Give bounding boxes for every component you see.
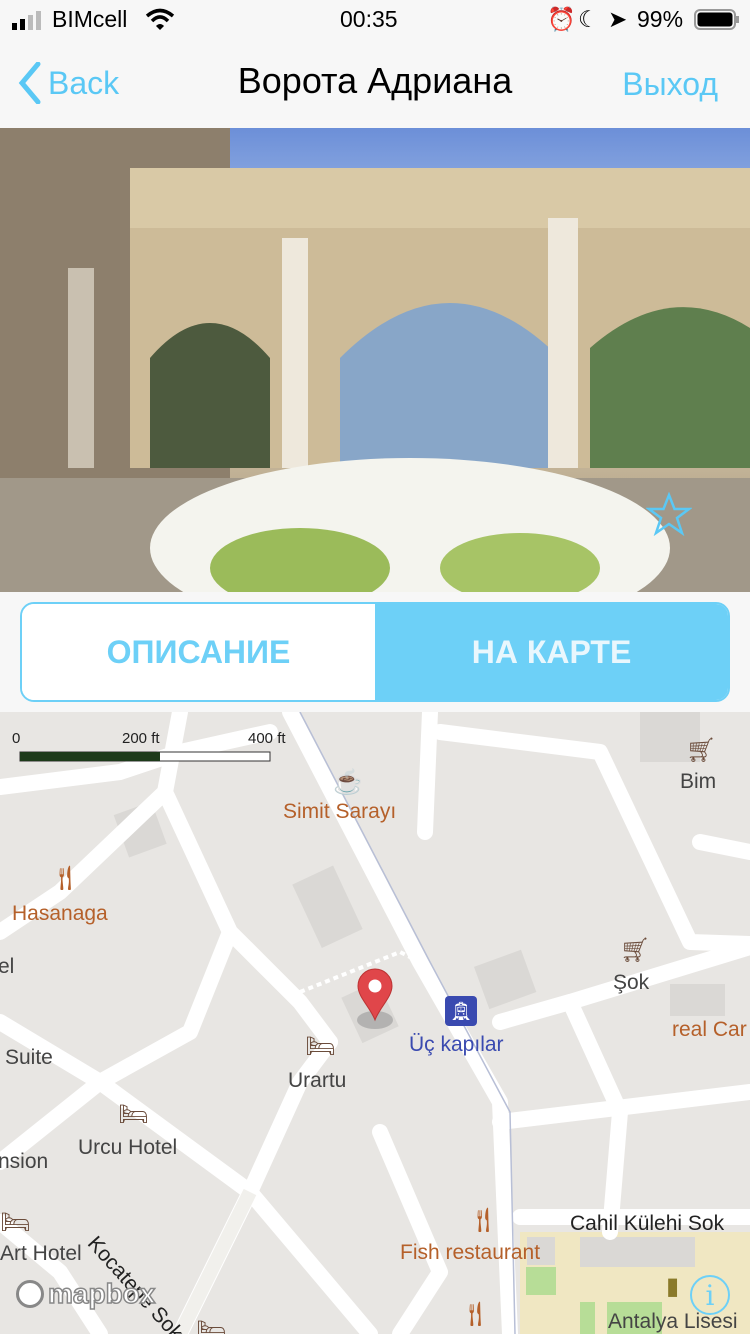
scale-label: 400 ft [248, 730, 286, 747]
battery-percent: 99% [637, 6, 684, 32]
map-label: Hasanaga [12, 902, 108, 925]
wifi-icon [145, 8, 175, 36]
map-label: Urartu [288, 1069, 347, 1092]
map-view[interactable]: 0 200 ft 400 ft ☕ Simit Sarayı 🛒︎ Bim 🍴︎… [0, 712, 750, 1334]
signal-icon [12, 10, 46, 37]
map-label: nsion [0, 1150, 49, 1173]
tab-description[interactable]: ОПИСАНИЕ [22, 604, 375, 700]
info-button[interactable]: i [690, 1275, 730, 1315]
alarm-icon: ⏰ [547, 6, 576, 32]
restaurant-icon: 🍴︎ [468, 1207, 499, 1234]
view-segmented-control: ОПИСАНИЕ НА КАРТЕ [20, 602, 730, 702]
shop-cart-icon: 🛒︎ [620, 937, 651, 964]
gate-illustration [0, 128, 750, 592]
time: 00:35 [340, 6, 398, 32]
tab-on-map[interactable]: НА КАРТЕ [375, 604, 728, 700]
attribution-text: mapbox [47, 1277, 156, 1310]
map-label: Simit Sarayı [283, 800, 397, 823]
battery-icon [694, 9, 740, 37]
carrier: BIMcell [52, 6, 128, 32]
scale-label: 200 ft [122, 730, 160, 747]
map-label: Şok [613, 971, 650, 994]
restaurant-icon: 🍴︎ [460, 1301, 491, 1328]
nav-bar: Back Ворота Адриана Выход [0, 40, 750, 128]
map-label: Fish restaurant [400, 1241, 541, 1264]
map-label: Art Hotel [0, 1242, 82, 1265]
hotel-icon: 🛏︎ [0, 1209, 31, 1236]
exit-button[interactable]: Выход [622, 66, 718, 103]
info-icon: i [705, 1279, 715, 1312]
tram-stop-icon: 🚊︎ [445, 996, 477, 1026]
hotel-icon: 🛏︎ [305, 1033, 336, 1060]
hotel-icon: 🛏︎ [196, 1317, 227, 1334]
map-label: Antalya Lisesi [608, 1310, 738, 1333]
landmark-photo [0, 128, 750, 592]
hotel-icon: 🛏︎ [118, 1101, 149, 1128]
map-label: real Car [672, 1018, 747, 1041]
map-label: Üç kapılar [409, 1033, 504, 1056]
status-bar: BIMcell 00:35 ⏰ ☾ ➤ 99% [0, 0, 750, 40]
shop-cart-icon: 🛒︎ [686, 737, 717, 764]
school-icon: ▮ [666, 1273, 680, 1300]
favorite-star-icon[interactable] [646, 492, 692, 536]
map-label: Bim [680, 770, 717, 793]
restaurant-icon: 🍴︎ [50, 865, 81, 892]
cafe-icon: ☕ [333, 769, 363, 796]
mapbox-logo[interactable]: mapbox [16, 1277, 156, 1310]
street-label: Cahil Külehi Sok [570, 1212, 725, 1235]
moon-icon: ☾ [578, 6, 599, 32]
map-label: Urcu Hotel [78, 1136, 178, 1159]
map-label: Suite [5, 1046, 53, 1069]
map-label: el [0, 955, 15, 978]
scale-label: 0 [12, 730, 21, 747]
location-icon: ➤ [608, 6, 628, 32]
